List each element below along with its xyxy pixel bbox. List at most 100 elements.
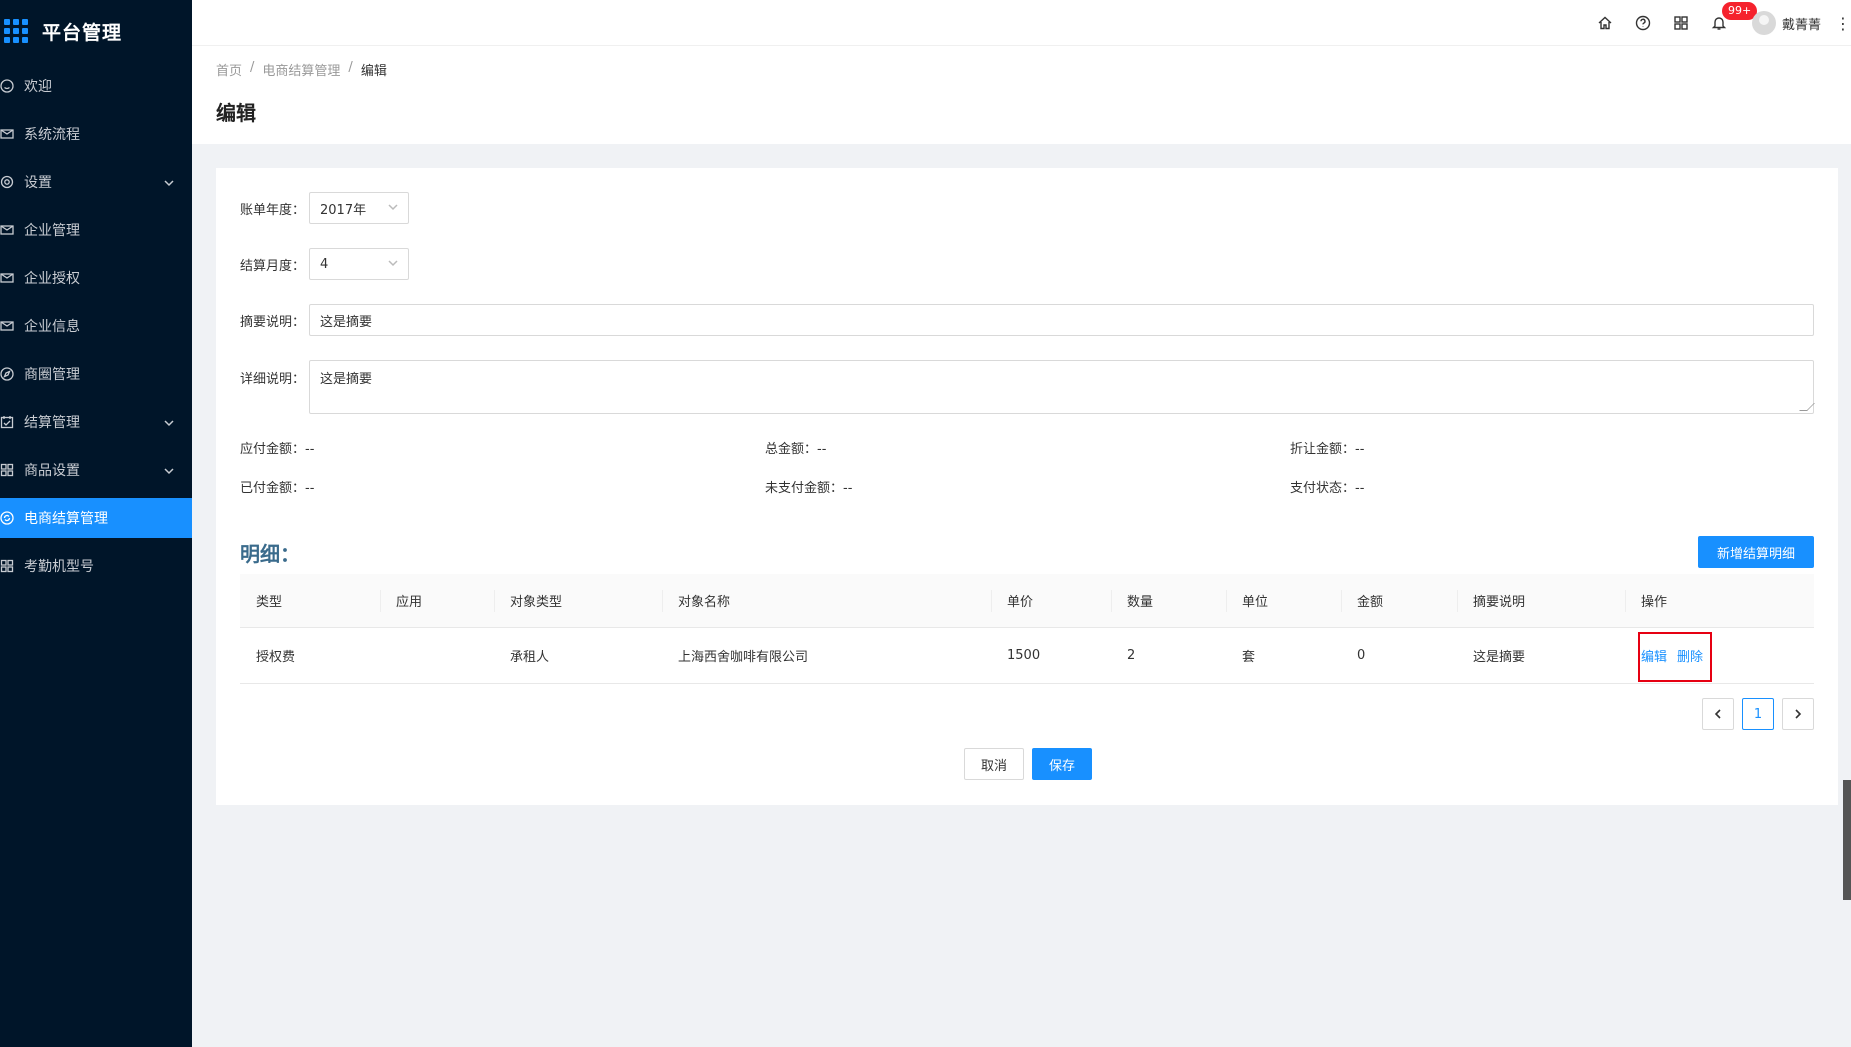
notification-badge: 99+ xyxy=(1721,2,1758,20)
sidebar-item-attendance-model[interactable]: 考勤机型号 xyxy=(0,546,192,586)
breadcrumb-home[interactable]: 首页 xyxy=(216,60,242,79)
sidebar-item-settings[interactable]: 设置 xyxy=(0,162,192,202)
chevron-left-icon xyxy=(1714,709,1721,719)
sync-icon xyxy=(0,511,14,525)
chevron-right-icon xyxy=(1795,709,1802,719)
col-price: 单价 xyxy=(1007,595,1034,610)
sidebar-item-label: 企业管理 xyxy=(24,223,80,239)
sidebar-menu: 欢迎 系统流程 设置 企业管理 企业授权 企业信息 商圈管理 结算管理 商品设置… xyxy=(0,66,192,586)
month-select[interactable]: 4 xyxy=(309,248,409,280)
gear-icon xyxy=(0,175,14,189)
cell-amount: 0 xyxy=(1357,648,1366,663)
chevron-down-icon xyxy=(388,257,398,272)
year-row: 账单年度： 2017年 xyxy=(240,192,409,224)
cell-type: 授权费 xyxy=(256,650,296,665)
breadcrumb: 首页 / 电商结算管理 / 编辑 xyxy=(216,60,1827,79)
summary-value: 这是摘要 xyxy=(320,314,373,330)
sidebar-item-label: 结算管理 xyxy=(24,415,80,431)
year-select[interactable]: 2017年 xyxy=(309,192,409,224)
detail-desc-value: 这是摘要 xyxy=(320,372,373,387)
edit-form-card: 账单年度： 2017年 结算月度： 4 摘要说明： 这是摘要 详细说明： 这是摘… xyxy=(216,168,1838,805)
col-app: 应用 xyxy=(396,595,423,610)
sidebar-item-label: 企业信息 xyxy=(24,319,80,335)
mail-icon xyxy=(0,319,14,333)
save-button[interactable]: 保存 xyxy=(1032,748,1092,780)
summary-row: 摘要说明： 这是摘要 xyxy=(240,304,1814,336)
detail-desc-textarea[interactable]: 这是摘要 xyxy=(309,360,1815,414)
cell-unit: 套 xyxy=(1242,650,1256,665)
sidebar-item-label: 电商结算管理 xyxy=(24,511,108,527)
chevron-down-icon xyxy=(164,464,174,475)
sidebar-item-business-district[interactable]: 商圈管理 xyxy=(0,354,192,394)
unpaid-amount: 未支付金额：-- xyxy=(765,481,853,496)
total-amount: 总金额：-- xyxy=(765,442,827,457)
col-unit: 单位 xyxy=(1242,595,1269,610)
cell-object-name: 上海西舍咖啡有限公司 xyxy=(678,650,809,665)
month-label: 结算月度： xyxy=(240,258,306,274)
top-header: 99+ 戴菁菁 ⋮ xyxy=(192,0,1851,46)
breadcrumb-separator: / xyxy=(250,60,255,75)
apps-grid-icon xyxy=(4,19,28,43)
cell-price: 1500 xyxy=(1007,648,1041,663)
col-object-type: 对象类型 xyxy=(510,595,563,610)
month-value: 4 xyxy=(320,256,329,272)
page-header: 首页 / 电商结算管理 / 编辑 编辑 xyxy=(192,46,1851,144)
bell-icon[interactable]: 99+ xyxy=(1700,0,1758,46)
summary-input[interactable]: 这是摘要 xyxy=(309,304,1814,336)
col-amount: 金额 xyxy=(1357,595,1384,610)
add-settlement-detail-button[interactable]: 新增结算明细 xyxy=(1698,536,1814,568)
sidebar-item-label: 企业授权 xyxy=(24,271,80,287)
apps-icon[interactable] xyxy=(1662,0,1700,46)
chevron-down-icon xyxy=(164,176,174,187)
brand[interactable]: 平台管理 xyxy=(0,0,192,62)
table-header: 类型 应用 对象类型 对象名称 单价 数量 单位 金额 摘要说明 操作 xyxy=(240,574,1814,628)
sidebar-item-enterprise-info[interactable]: 企业信息 xyxy=(0,306,192,346)
sidebar-item-settlement[interactable]: 结算管理 xyxy=(0,402,192,442)
breadcrumb-current: 编辑 xyxy=(360,64,387,79)
discount-amount: 折让金额：-- xyxy=(1290,442,1365,457)
cancel-button[interactable]: 取消 xyxy=(964,748,1024,780)
col-qty: 数量 xyxy=(1127,595,1154,610)
more-vertical-icon[interactable]: ⋮ xyxy=(1835,14,1851,33)
sidebar-item-welcome[interactable]: 欢迎 xyxy=(0,66,192,106)
app-title: 平台管理 xyxy=(42,21,123,44)
sidebar-item-system-flow[interactable]: 系统流程 xyxy=(0,114,192,154)
chevron-down-icon xyxy=(388,201,398,216)
year-label: 账单年度： xyxy=(240,202,306,218)
mail-icon xyxy=(0,271,14,285)
summary-label: 摘要说明： xyxy=(240,314,306,330)
cell-object-type: 承租人 xyxy=(510,650,550,665)
sidebar-item-product-settings[interactable]: 商品设置 xyxy=(0,450,192,490)
page-button-current[interactable]: 1 xyxy=(1742,698,1774,730)
avatar xyxy=(1751,11,1776,35)
detail-desc-row: 详细说明： 这是摘要 xyxy=(240,360,1815,414)
breadcrumb-ecommerce-settlement[interactable]: 电商结算管理 xyxy=(262,60,340,79)
user-menu[interactable]: 戴菁菁 xyxy=(1751,11,1821,35)
calendar-icon xyxy=(0,415,14,429)
col-type: 类型 xyxy=(256,595,283,610)
compass-icon xyxy=(0,367,14,381)
sidebar-item-label: 商圈管理 xyxy=(24,367,80,383)
sidebar-item-label: 商品设置 xyxy=(24,463,80,479)
paid-amount: 已付金额：-- xyxy=(240,481,315,496)
window-edge xyxy=(1843,780,1851,900)
page-title: 编辑 xyxy=(216,101,256,125)
home-icon[interactable] xyxy=(1586,0,1624,46)
sidebar-item-enterprise-auth[interactable]: 企业授权 xyxy=(0,258,192,298)
sidebar: 平台管理 欢迎 系统流程 设置 企业管理 企业授权 企业信息 商圈管理 结算管理… xyxy=(0,0,192,1047)
prev-page-button[interactable] xyxy=(1702,698,1734,730)
detail-section-title: 明细： xyxy=(240,542,300,566)
col-object-name: 对象名称 xyxy=(678,595,731,610)
resize-handle-icon[interactable] xyxy=(1799,403,1815,411)
grid-icon xyxy=(0,559,14,573)
header-actions: 99+ 戴菁菁 ⋮ xyxy=(1586,0,1851,46)
sidebar-item-ecommerce-settlement[interactable]: 电商结算管理 xyxy=(0,498,192,538)
sidebar-item-label: 欢迎 xyxy=(24,79,52,95)
user-name: 戴菁菁 xyxy=(1781,17,1821,33)
payment-status: 支付状态：-- xyxy=(1290,481,1365,496)
sidebar-item-enterprise-management[interactable]: 企业管理 xyxy=(0,210,192,250)
help-icon[interactable] xyxy=(1624,0,1662,46)
sidebar-item-label: 设置 xyxy=(24,175,52,191)
cell-app xyxy=(380,628,396,683)
next-page-button[interactable] xyxy=(1782,698,1814,730)
